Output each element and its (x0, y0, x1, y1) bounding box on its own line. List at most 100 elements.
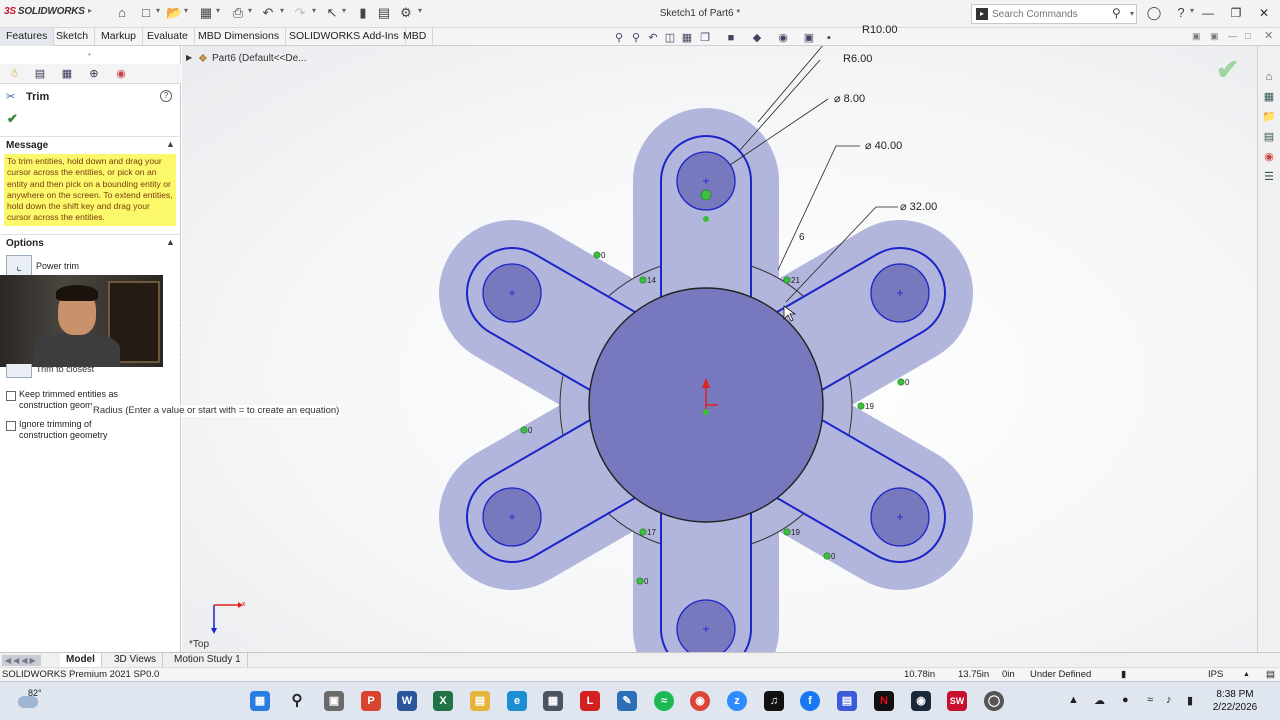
sketch-canvas[interactable]: x 14 21 19 17 19 0 0 0 0 0 (182, 46, 1257, 652)
rebuild-icon[interactable]: ▮ (1121, 669, 1126, 680)
zoom-icon[interactable]: z (727, 691, 747, 711)
tab-scroll-arrows-icon[interactable]: ◀◀◀▶ (2, 655, 41, 666)
collapse-chevron-icon[interactable]: ▲ (166, 237, 175, 247)
view-palette-icon[interactable]: ▤ (1262, 130, 1276, 144)
steam-icon[interactable]: ◉ (911, 691, 931, 711)
search-commands-box[interactable]: ▸ ⚲ ▾ (971, 4, 1137, 24)
search-input[interactable] (992, 7, 1110, 21)
display-style-icon[interactable]: ■ (724, 31, 738, 45)
view-settings-icon[interactable]: ▪ (822, 31, 836, 45)
tab-evaluate[interactable]: Evaluate (141, 28, 195, 46)
spotify-icon[interactable]: ≈ (654, 691, 674, 711)
dynamic-annotation-icon[interactable]: ▦ (680, 31, 694, 45)
wifi-icon[interactable]: ≈ (1147, 694, 1153, 706)
zoom-to-fit-icon[interactable]: ⚲ (612, 31, 626, 45)
tiktok-icon[interactable]: ♫ (764, 691, 784, 711)
previous-view-icon[interactable]: ↶ (646, 31, 660, 45)
close-button[interactable]: ✕ (1252, 4, 1276, 22)
ignore-trimming-checkbox[interactable] (6, 421, 16, 431)
word-icon[interactable]: W (397, 691, 417, 711)
hide-show-items-icon[interactable]: ◆ (750, 31, 764, 45)
solidworks-taskbar-icon[interactable]: SW (947, 691, 967, 711)
search-taskbar-icon[interactable]: ⚲ (287, 691, 307, 711)
apply-scene-icon[interactable]: ▣ (802, 31, 816, 45)
tab-mbd[interactable]: MBD (397, 28, 434, 46)
panel-grip-icon[interactable]: • (88, 50, 91, 59)
trim-to-closest-icon[interactable] (6, 364, 32, 378)
powerpoint-icon[interactable]: P (361, 691, 381, 711)
dimension-d40[interactable]: ⌀ 40.00 (865, 139, 902, 152)
expand-arrow-icon[interactable]: ▶ (186, 53, 192, 62)
volume-icon[interactable]: ♪ (1166, 694, 1172, 706)
tab-3d-views[interactable]: 3D Views (108, 653, 164, 668)
viewport-restore-icon[interactable]: ▣ (1210, 31, 1219, 42)
search-caret-icon[interactable]: ▾ (1130, 9, 1134, 18)
collapse-chevron-icon[interactable]: ▲ (166, 139, 175, 149)
facebook-icon[interactable]: f (800, 691, 820, 711)
recorder-app-icon[interactable]: ◯ (984, 691, 1004, 711)
help-circle-icon[interactable]: ? (160, 90, 172, 102)
tab-sketch[interactable]: Sketch (50, 28, 96, 46)
search-scope-icon[interactable]: ▸ (976, 8, 988, 20)
status-settings-icon[interactable]: ▤ (1266, 669, 1275, 680)
viewport-maximize-icon[interactable]: □ (1245, 31, 1250, 41)
battery-icon[interactable]: ▮ (1187, 694, 1193, 707)
help-caret-icon[interactable]: ▾ (1190, 6, 1194, 15)
weather-widget[interactable]: 82° (16, 688, 46, 716)
tab-features[interactable]: Features (0, 28, 55, 46)
view-orientation-icon[interactable]: ❐ (698, 31, 712, 45)
tab-markup[interactable]: Markup (95, 28, 144, 46)
edge-icon[interactable]: e (507, 691, 527, 711)
user-account-icon[interactable]: ◯ (1146, 5, 1162, 21)
edit-appearance-icon[interactable]: ◉ (776, 31, 790, 45)
configuration-manager-tab-icon[interactable]: ▦ (57, 66, 77, 82)
display-manager-tab-icon[interactable]: ◉ (111, 66, 131, 82)
custom-properties-icon[interactable]: ☰ (1262, 170, 1276, 184)
l-app-icon[interactable]: L (580, 691, 600, 711)
ok-checkmark-button[interactable]: ✔ (7, 111, 18, 127)
tab-solidworks-add-ins[interactable]: SOLIDWORKS Add-Ins (283, 28, 406, 46)
messenger-app-icon[interactable]: ▤ (837, 691, 857, 711)
restore-button[interactable]: ❐ (1224, 4, 1248, 22)
dimension-r6[interactable]: R6.00 (843, 53, 872, 65)
store-icon[interactable]: ▦ (543, 691, 563, 711)
keep-trimmed-checkbox[interactable] (6, 391, 16, 401)
minimize-button[interactable]: — (1196, 4, 1220, 22)
trim-to-closest-option[interactable]: Trim to closest (6, 364, 166, 378)
pen-app-icon[interactable]: ✎ (617, 691, 637, 711)
tab-model[interactable]: Model (60, 653, 102, 668)
excel-icon[interactable]: X (433, 691, 453, 711)
dimension-d8[interactable]: ⌀ 8.00 (834, 92, 865, 105)
show-hidden-icons-icon[interactable]: ▲ (1068, 694, 1079, 706)
tab-mbd-dimensions[interactable]: MBD Dimensions (192, 28, 287, 46)
confirmation-corner-check-icon[interactable]: ✔ (1216, 53, 1239, 86)
section-view-icon[interactable]: ◫ (663, 31, 677, 45)
task-view-icon[interactable]: ▣ (324, 691, 344, 711)
unit-system[interactable]: IPS (1208, 669, 1223, 680)
file-explorer-taskbar-icon[interactable]: ▤ (470, 691, 490, 711)
feature-manager-tab-icon[interactable]: ☃ (4, 66, 24, 82)
file-explorer-icon[interactable]: 📁 (1262, 110, 1276, 124)
solidworks-resources-icon[interactable]: ⌂ (1262, 70, 1276, 84)
design-library-icon[interactable]: ▦ (1262, 90, 1276, 104)
units-caret-icon[interactable]: ▲ (1243, 671, 1250, 678)
power-trim-option[interactable]: ⌞ Power trim (6, 255, 166, 277)
appearances-icon[interactable]: ◉ (1262, 150, 1276, 164)
help-icon[interactable]: ? (1173, 5, 1189, 21)
options-section-header[interactable]: Options ▲ (0, 234, 181, 250)
property-manager-tab-icon[interactable]: ▤ (30, 66, 50, 82)
netflix-icon[interactable]: N (874, 691, 894, 711)
windows-start-icon[interactable]: ▦ (250, 691, 270, 711)
microphone-icon[interactable]: ● (1122, 694, 1129, 706)
message-section-header[interactable]: Message ▲ (0, 136, 181, 152)
dimxpert-manager-tab-icon[interactable]: ⊕ (84, 66, 104, 82)
system-clock[interactable]: 8:38 PM 2/22/2026 (1205, 688, 1265, 714)
power-trim-icon[interactable]: ⌞ (6, 255, 32, 277)
dimension-d32[interactable]: ⌀ 32.00 (900, 200, 937, 213)
viewport-close-icon[interactable]: ✕ (1264, 29, 1273, 42)
zoom-area-icon[interactable]: ⚲ (629, 31, 643, 45)
chrome-icon[interactable]: ◉ (690, 691, 710, 711)
dimension-r10[interactable]: R10.00 (862, 24, 897, 36)
viewport-tile-icon[interactable]: ▣ (1192, 31, 1201, 42)
viewport-minimize-icon[interactable]: — (1228, 31, 1237, 41)
